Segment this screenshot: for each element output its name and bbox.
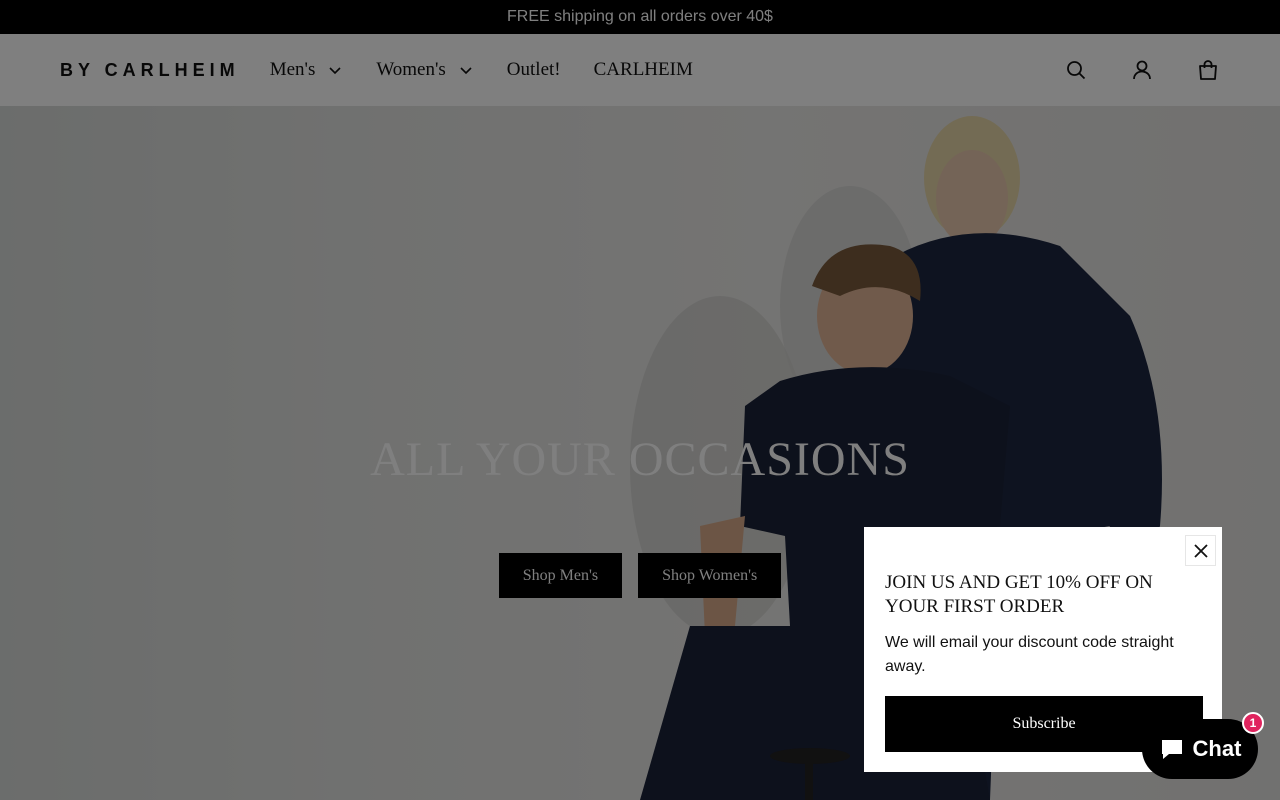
close-button[interactable] xyxy=(1185,535,1216,566)
chat-notification-badge: 1 xyxy=(1242,712,1264,734)
popup-title: JOIN US AND GET 10% OFF ON YOUR FIRST OR… xyxy=(885,572,1153,617)
close-icon xyxy=(1193,543,1208,558)
chat-label: Chat xyxy=(1192,736,1242,761)
chat-button[interactable]: Chat xyxy=(1142,719,1258,779)
chat-bubble-icon xyxy=(1161,740,1182,759)
popup-text: We will email your discount code straigh… xyxy=(885,634,1174,675)
